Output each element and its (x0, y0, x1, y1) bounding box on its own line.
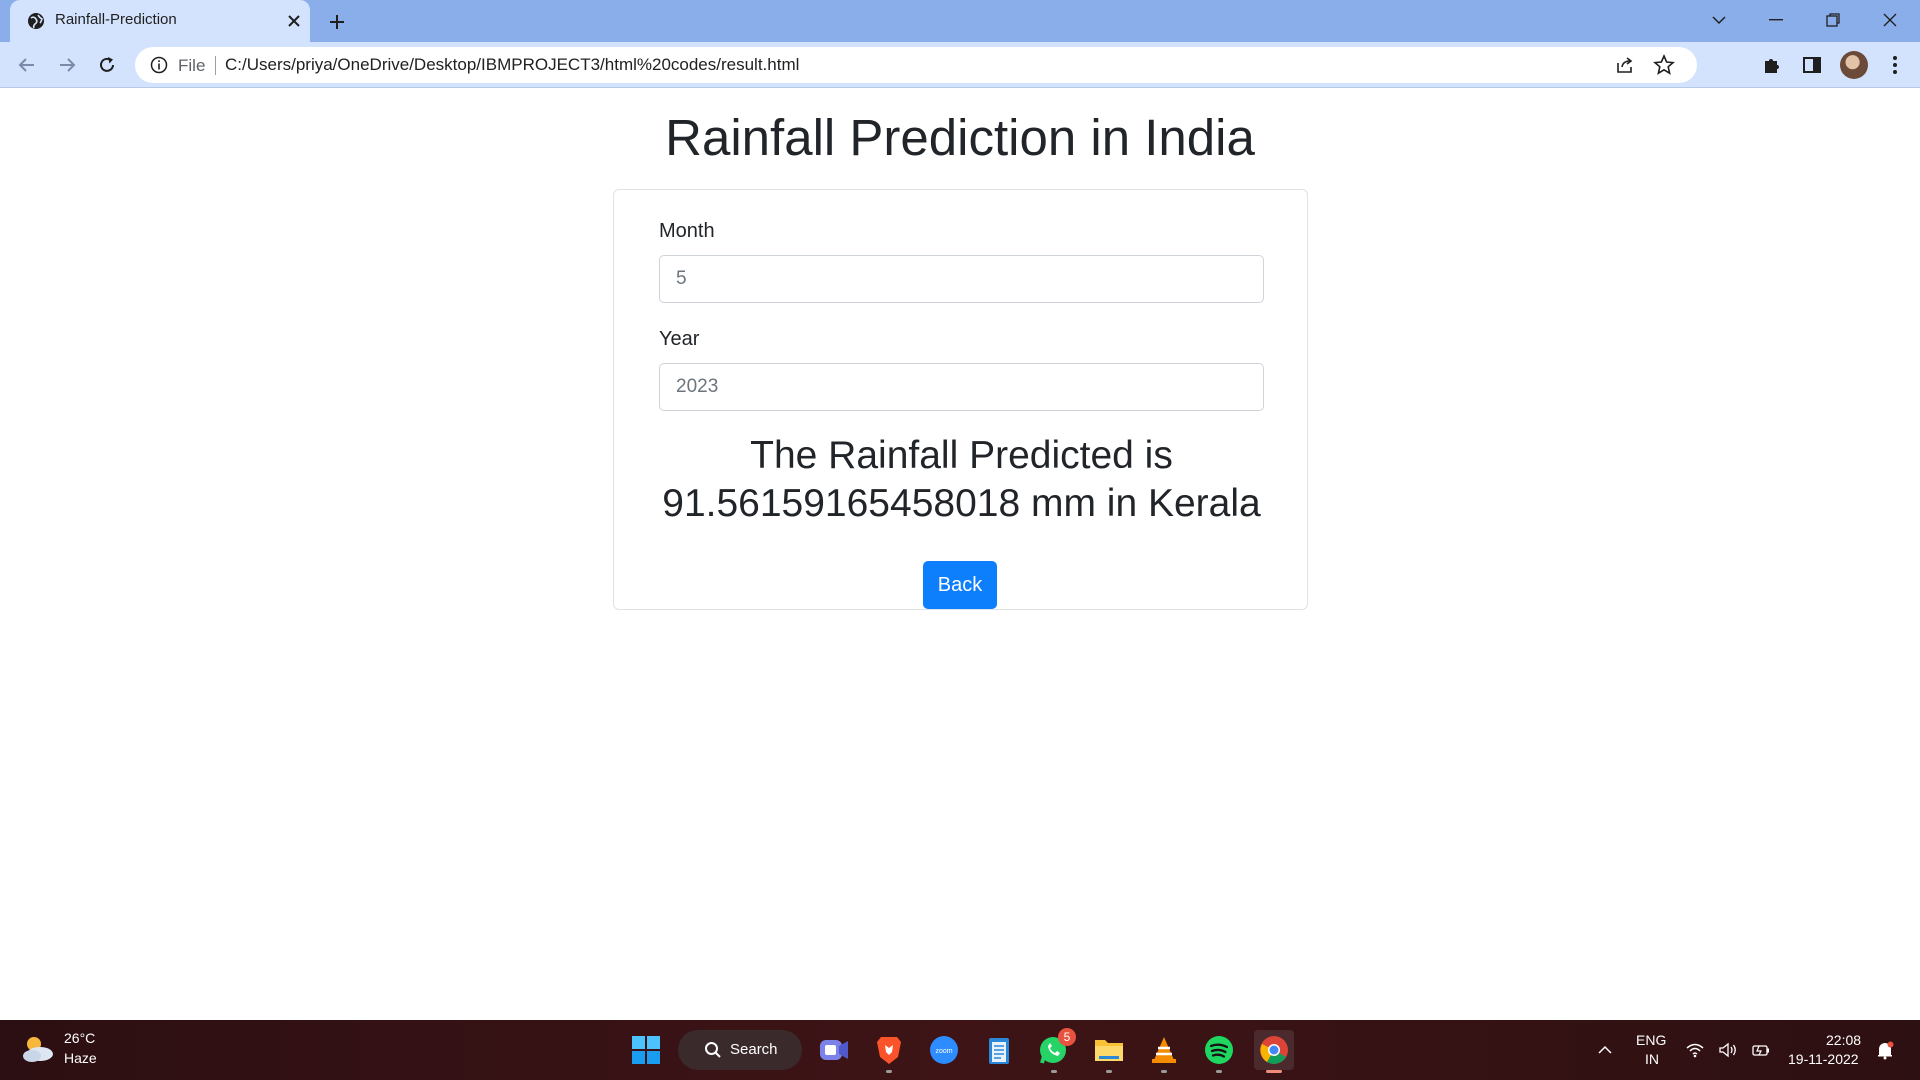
file-explorer-icon[interactable] (1089, 1030, 1129, 1073)
result-line-1: The Rainfall Predicted is (750, 434, 1173, 477)
weather-temperature: 26°C (64, 1030, 96, 1046)
windows-taskbar: 26°C Haze Search zoom 5 ENG IN 22:08 19-… (0, 1020, 1920, 1080)
weather-condition: Haze (64, 1050, 97, 1066)
running-indicator (1106, 1070, 1112, 1073)
tab-title: Rainfall-Prediction (55, 11, 177, 28)
year-label: Year (659, 328, 700, 350)
whatsapp-icon[interactable]: 5 (1034, 1028, 1076, 1073)
clock-date[interactable]: 19-11-2022 (1788, 1051, 1859, 1067)
tray-chevron-up-icon[interactable] (1590, 1030, 1620, 1070)
wifi-icon[interactable] (1680, 1030, 1710, 1070)
notification-bell-icon[interactable] (1870, 1030, 1900, 1070)
browser-tab[interactable]: Rainfall-Prediction (10, 0, 310, 42)
battery-icon[interactable] (1746, 1030, 1776, 1070)
url-text[interactable]: C:/Users/priya/OneDrive/Desktop/IBMPROJE… (225, 55, 799, 75)
windows-start-icon[interactable] (626, 1030, 666, 1070)
prediction-card: Month 5 Year 2023 The Rainfall Predicted… (613, 189, 1308, 610)
taskbar-search[interactable]: Search (678, 1030, 802, 1070)
haze-weather-icon (23, 1037, 53, 1062)
brave-browser-icon[interactable] (869, 1030, 909, 1073)
new-tab-icon[interactable] (325, 10, 349, 34)
reload-icon[interactable] (93, 51, 121, 79)
close-window-icon[interactable] (1876, 8, 1904, 32)
result-line-2: 91.56159165458018 mm in Kerala (662, 482, 1261, 525)
share-icon[interactable] (1615, 55, 1635, 75)
address-bar[interactable]: File C:/Users/priya/OneDrive/Desktop/IBM… (135, 47, 1697, 83)
language-indicator[interactable]: ENG (1636, 1032, 1666, 1048)
spotify-icon[interactable] (1199, 1030, 1239, 1073)
running-indicator (1216, 1070, 1222, 1073)
tab-close-icon[interactable] (283, 10, 305, 32)
search-label: Search (730, 1041, 778, 1058)
month-input[interactable]: 5 (659, 255, 1264, 303)
notepad-icon[interactable] (979, 1030, 1019, 1070)
running-indicator (886, 1070, 892, 1073)
vlc-player-icon[interactable] (1144, 1030, 1184, 1073)
weather-widget[interactable]: 26°C Haze (20, 1028, 130, 1072)
active-indicator (1266, 1070, 1282, 1073)
bookmark-star-icon[interactable] (1653, 54, 1675, 76)
page-title: Rainfall Prediction in India (665, 109, 1255, 166)
running-indicator (1161, 1070, 1167, 1073)
info-icon[interactable] (150, 56, 168, 74)
back-button[interactable]: Back (923, 561, 997, 609)
restore-icon[interactable] (1819, 8, 1847, 32)
year-input[interactable]: 2023 (659, 363, 1264, 411)
browser-toolbar: File C:/Users/priya/OneDrive/Desktop/IBM… (0, 42, 1920, 88)
month-label: Month (659, 220, 715, 242)
svg-text:zoom: zoom (935, 1048, 952, 1055)
side-panel-icon[interactable] (1799, 52, 1825, 78)
zoom-icon[interactable]: zoom (924, 1030, 964, 1070)
extensions-puzzle-icon[interactable] (1759, 52, 1785, 78)
clock-time[interactable]: 22:08 (1826, 1032, 1861, 1048)
browser-tab-strip: Rainfall-Prediction (0, 0, 1920, 42)
profile-avatar[interactable] (1840, 51, 1868, 79)
forward-arrow-icon[interactable] (53, 51, 81, 79)
running-indicator (1051, 1070, 1057, 1073)
teams-chat-icon[interactable] (814, 1030, 854, 1070)
minimize-icon[interactable] (1762, 8, 1790, 32)
back-arrow-icon[interactable] (13, 51, 41, 79)
search-icon (705, 1042, 721, 1058)
kebab-menu-icon[interactable] (1882, 52, 1908, 78)
file-scheme-chip: File (178, 56, 206, 75)
chrome-icon[interactable] (1254, 1030, 1294, 1073)
prediction-result: The Rainfall Predicted is 91.56159165458… (634, 432, 1289, 528)
notification-badge: 5 (1058, 1028, 1076, 1046)
globe-icon (28, 13, 44, 29)
volume-icon[interactable] (1713, 1030, 1743, 1070)
chip-divider (215, 56, 216, 75)
language-region[interactable]: IN (1645, 1051, 1659, 1067)
tab-search-chevron-icon[interactable] (1705, 8, 1733, 32)
